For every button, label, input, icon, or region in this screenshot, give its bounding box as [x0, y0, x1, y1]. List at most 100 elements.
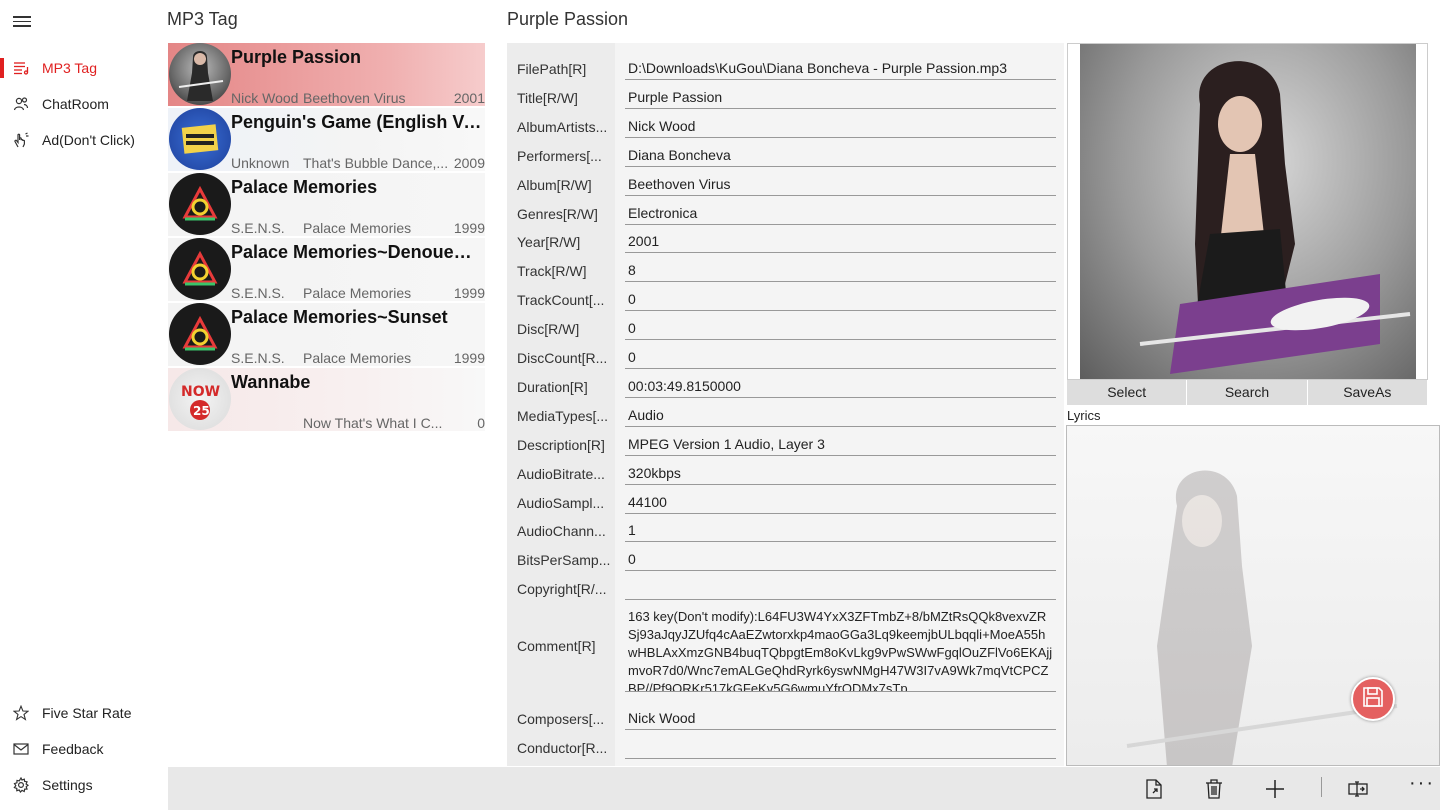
album-art-thumbnail: NOW 25	[169, 368, 231, 430]
nav-item-five-star-rate[interactable]: Five Star Rate	[0, 695, 168, 731]
list-title: MP3 Tag	[167, 9, 238, 29]
song-year: 2009	[453, 155, 485, 171]
tag-property-row: Disc[R/W] 0	[507, 303, 1064, 341]
save-floating-button[interactable]	[1351, 677, 1395, 721]
nav-item-feedback[interactable]: Feedback	[0, 731, 168, 767]
song-album: Palace Memories	[303, 285, 412, 301]
tag-property-row: AudioBitrate... 320kbps	[507, 448, 1064, 485]
tag-property-row: AudioSampl... 44100	[507, 477, 1064, 514]
tag-property-row: Album[R/W] Beethoven Virus	[507, 159, 1064, 196]
select-artwork-button[interactable]: Select	[1067, 380, 1188, 405]
more-options-button[interactable]: ···	[1409, 772, 1435, 795]
music-list-icon	[0, 60, 42, 76]
property-value-field[interactable]	[625, 762, 1056, 766]
nav-item-chatroom[interactable]: ChatRoom	[0, 86, 168, 122]
tag-properties-panel: Comment[R] 163 key(Don't modify):L64FU3W…	[507, 43, 1064, 766]
delete-icon[interactable]	[1202, 777, 1226, 801]
song-list-item[interactable]: NOW 25 Wannabe Now That's What I C... 0	[168, 368, 485, 431]
tag-property-row: Duration[R] 00:03:49.8150000	[507, 361, 1064, 398]
svg-text:25: 25	[193, 404, 210, 418]
property-value-field[interactable]	[625, 574, 1056, 601]
song-album: That's Bubble Dance,...	[303, 155, 449, 171]
nav-item-settings[interactable]: Settings	[0, 767, 168, 803]
nav-item-label: Settings	[42, 777, 93, 793]
song-title: Palace Memories~Sunset	[231, 307, 448, 327]
search-artwork-button[interactable]: Search	[1187, 380, 1308, 405]
song-artist: S.E.N.S.	[231, 285, 285, 301]
song-list-item[interactable]: Palace Memories~Sunset S.E.N.S. Palace Me…	[168, 303, 485, 366]
nav-item-mp3-tag[interactable]: MP3 Tag	[0, 50, 168, 86]
people-icon	[0, 96, 42, 112]
tag-property-row: Genres[R/W] Electronica	[507, 188, 1064, 225]
tag-property-row: MediaTypes[... Audio	[507, 390, 1064, 427]
album-art-thumbnail	[169, 238, 231, 300]
tag-property-row: Title[R/W] Purple Passion	[507, 72, 1064, 109]
tag-property-row: DiscCount[R... 0	[507, 332, 1064, 369]
comment-field[interactable]: 163 key(Don't modify):L64FU3W4YxX3ZFTmbZ…	[625, 606, 1056, 692]
gear-icon	[0, 777, 42, 793]
tag-property-row: AlbumArtists... Nick Wood	[507, 101, 1064, 138]
comment-key: Comment[R]	[517, 638, 596, 654]
song-year: 1999	[453, 220, 485, 236]
album-art-thumbnail	[169, 303, 231, 365]
tag-property-row: Composers[... Nick Wood	[507, 693, 1064, 730]
album-artwork-image	[1080, 44, 1416, 379]
nav-item-label: MP3 Tag	[42, 60, 97, 76]
rename-icon[interactable]	[1346, 777, 1370, 801]
nav-item-ad[interactable]: Ad(Don't Click)	[0, 122, 168, 158]
tag-property-row: Grouping[R/...	[507, 751, 1064, 766]
tag-property-row: TrackCount[... 0	[507, 274, 1064, 312]
detail-title: Purple Passion	[507, 9, 629, 29]
album-art-thumbnail	[169, 173, 231, 235]
nav-pane: MP3 Tag ChatRoom Ad(Don't Click) Five St…	[0, 0, 168, 810]
open-file-icon[interactable]	[1142, 777, 1166, 801]
save-icon	[1362, 686, 1384, 713]
song-year: 0	[477, 415, 485, 431]
tag-property-row: AudioChann... 1	[507, 505, 1064, 543]
album-art-thumbnail	[169, 43, 231, 105]
mail-icon	[0, 742, 42, 756]
song-list-item[interactable]: Palace Memories~Denouem... S.E.N.S. Palac…	[168, 238, 485, 301]
song-artist: Unknown	[231, 155, 290, 171]
song-artist: Nick Wood	[231, 90, 299, 106]
song-artist	[231, 415, 303, 431]
tag-property-row: Performers[... Diana Boncheva	[507, 130, 1064, 167]
tag-property-row: Year[R/W] 2001	[507, 216, 1064, 254]
add-icon[interactable]	[1263, 777, 1287, 801]
song-list-item[interactable]: Palace Memories S.E.N.S. Palace Memories 1…	[168, 173, 485, 236]
song-title: Palace Memories	[231, 177, 378, 197]
hand-tap-icon	[0, 132, 42, 148]
save-as-artwork-button[interactable]: SaveAs	[1307, 380, 1428, 405]
song-album: Beethoven Virus	[303, 90, 406, 106]
tag-property-row: Track[R/W] 8	[507, 245, 1064, 283]
song-title: Wannabe	[231, 372, 311, 392]
song-year: 1999	[453, 350, 485, 366]
song-year: 2001	[453, 90, 485, 106]
song-artist: S.E.N.S.	[231, 350, 285, 366]
song-title: Penguin's Game (English Ver...	[231, 112, 483, 132]
nav-item-label: ChatRoom	[42, 96, 109, 112]
property-key: Copyright[R/...	[517, 581, 607, 598]
tag-property-row: Description[R] MPEG Version 1 Audio, Laye…	[507, 419, 1064, 456]
song-list-item[interactable]: Penguin's Game (English Ver... Unknown Th…	[168, 108, 485, 171]
star-icon	[0, 705, 42, 721]
hamburger-menu-icon[interactable]	[13, 13, 31, 31]
nav-item-label: Five Star Rate	[42, 705, 132, 721]
song-album: Palace Memories	[303, 350, 412, 366]
svg-text:NOW: NOW	[181, 384, 220, 400]
album-artwork-frame	[1067, 43, 1428, 380]
command-separator	[1321, 777, 1322, 797]
lyrics-label: Lyrics	[1067, 408, 1101, 423]
song-year: 1999	[453, 285, 485, 301]
tag-property-row: FilePath[R] D:\Downloads\KuGou\Diana Bonc…	[507, 43, 1064, 80]
album-art-thumbnail	[169, 108, 231, 170]
song-title: Purple Passion	[231, 47, 362, 67]
nav-item-label: Feedback	[42, 741, 104, 757]
nav-item-label: Ad(Don't Click)	[42, 132, 135, 148]
tag-property-row: Conductor[R...	[507, 722, 1064, 759]
song-title: Palace Memories~Denouem...	[231, 242, 483, 262]
song-list-item-selected[interactable]: Purple Passion Nick Wood Beethoven Virus 2…	[168, 43, 485, 106]
command-bar: ···	[168, 767, 1440, 810]
song-album: Now That's What I C...	[303, 415, 443, 431]
tag-property-row: Copyright[R/...	[507, 563, 1064, 601]
